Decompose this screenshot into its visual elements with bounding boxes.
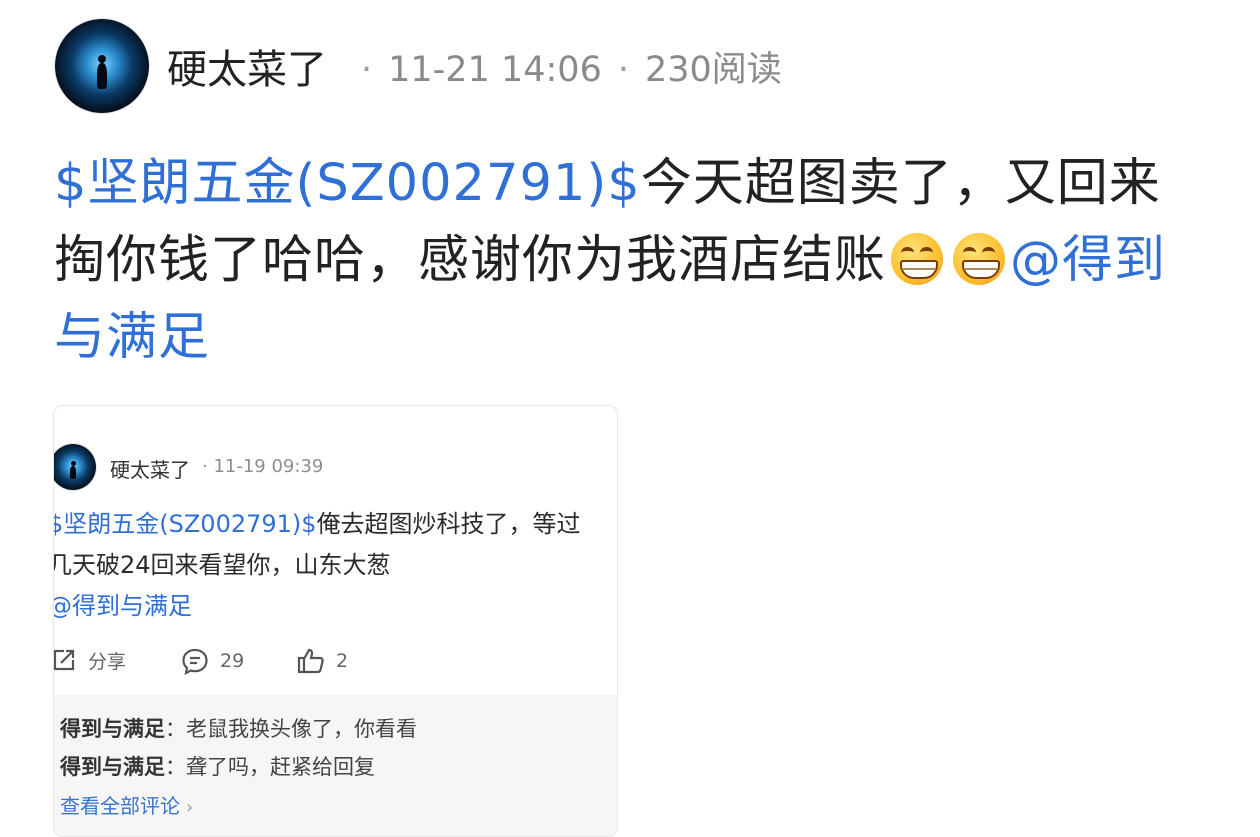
chevron-right-icon: › [186, 797, 194, 818]
view-all-label: 查看全部评论 [60, 794, 180, 818]
post-body: $坚朗五金(SZ002791)$今天超图卖了，又回来掏你钱了哈哈，感谢你为我酒店… [54, 145, 1204, 376]
stock-tag-link[interactable]: $坚朗五金(SZ002791)$ [54, 154, 641, 213]
comment-item: 得到与满足：老鼠我换头像了，你看看 [60, 713, 417, 743]
comment-user: 得到与满足 [60, 755, 165, 779]
share-icon [54, 649, 75, 671]
quoted-stock-tag: $坚朗五金(SZ002791)$ [53, 510, 317, 538]
comment-text: ：老鼠我换头像了，你看看 [165, 717, 417, 741]
quoted-author-name: 硬太菜了 [110, 458, 190, 482]
quoted-meta: · 11-19 09:39 [202, 456, 324, 477]
comment-item: 得到与满足：聋了吗，赶紧给回复 [60, 751, 375, 781]
grin-emoji [953, 233, 1006, 285]
read-count: 230阅读 [644, 49, 782, 90]
quoted-text: $坚朗五金(SZ002791)$俺去超图炒科技了，等过几天破24回来看望你，山东… [53, 504, 588, 627]
thumbs-up-icon [297, 648, 324, 674]
comment-count: 29 [220, 650, 245, 672]
quoted-author-avatar [54, 444, 96, 490]
quoted-post-card[interactable]: 硬太菜了 · 11-19 09:39 $坚朗五金(SZ002791)$俺去超图炒… [53, 405, 618, 837]
comment-text: ：聋了吗，赶紧给回复 [165, 755, 375, 779]
comments-preview: 得到与满足：老鼠我换头像了，你看看 得到与满足：聋了吗，赶紧给回复 查看全部评论… [54, 695, 617, 836]
post-date: 11-21 14:06 [388, 49, 602, 90]
author-avatar[interactable] [55, 19, 149, 113]
comment-user: 得到与满足 [60, 717, 165, 741]
share-label: 分享 [88, 650, 127, 673]
post-meta: · 11-21 14:06 · 230阅读 [361, 49, 782, 90]
author-name[interactable]: 硬太菜了 [167, 37, 327, 95]
comment-action: 29 [180, 646, 244, 676]
quoted-date: 11-19 09:39 [213, 456, 324, 477]
like-action: 2 [296, 646, 348, 676]
like-count: 2 [336, 650, 349, 672]
share-action: 分享 [54, 646, 127, 674]
view-all-comments: 查看全部评论 › [60, 790, 193, 819]
post-header: 硬太菜了 · 11-21 14:06 · 230阅读 [55, 18, 782, 114]
grin-emoji [891, 233, 944, 285]
quoted-mention: @得到与满足 [53, 592, 192, 620]
comment-icon [182, 648, 208, 675]
